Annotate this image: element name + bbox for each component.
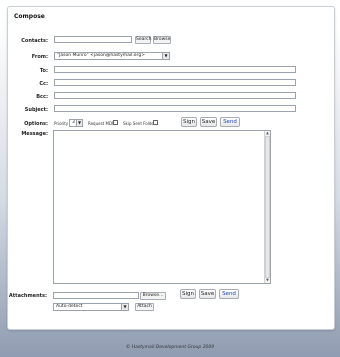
options-label: Options:: [24, 121, 48, 127]
priority-value: 3: [72, 120, 75, 125]
cc-label: Cc:: [39, 81, 48, 87]
cc-field[interactable]: [54, 79, 296, 86]
from-label: From:: [31, 54, 48, 60]
scroll-down-icon[interactable]: ▼: [265, 278, 270, 283]
bcc-label: Bcc:: [36, 94, 48, 100]
save-button-bottom[interactable]: Save: [199, 289, 216, 299]
attach-button[interactable]: Attach: [135, 303, 154, 311]
attachment-file-input[interactable]: [53, 292, 139, 299]
footer-copyright: © Hastymail Development Group 2009: [125, 345, 215, 350]
chevron-down-icon: ▼: [76, 120, 82, 126]
save-button[interactable]: Save: [200, 117, 217, 127]
attachments-label: Attachments:: [8, 293, 47, 299]
page-title: Compose: [14, 13, 45, 20]
from-select[interactable]: "Jason Munro" <jason@hastymail.org> ▼: [54, 52, 170, 60]
attachment-encoding-select[interactable]: Auto-detect ▼: [53, 303, 129, 311]
send-button[interactable]: Send: [220, 117, 240, 127]
request-mdn-checkbox[interactable]: [113, 120, 118, 125]
request-mdn-label: Request MDN: [88, 121, 116, 126]
priority-label: Priority: [54, 121, 69, 126]
contacts-browse-button[interactable]: Browse: [153, 36, 171, 44]
contacts-search-button[interactable]: Search: [135, 36, 151, 44]
skip-sent-label: Skip Sent Folder: [123, 121, 156, 126]
contacts-search-input[interactable]: [54, 36, 132, 43]
priority-select[interactable]: 3 ▼: [69, 119, 83, 127]
send-button-bottom[interactable]: Send: [219, 289, 239, 299]
subject-field[interactable]: [54, 105, 296, 112]
subject-label: Subject:: [24, 107, 48, 113]
message-scrollbar[interactable]: ▲ ▼: [264, 131, 270, 283]
contacts-label: Contacts:: [21, 38, 48, 44]
attachment-encoding-value: Auto-detect: [56, 304, 83, 309]
message-label: Message:: [21, 131, 48, 137]
to-label: To:: [39, 68, 48, 74]
bcc-field[interactable]: [54, 92, 296, 99]
from-selected-value: "Jason Munro" <jason@hastymail.org>: [57, 53, 145, 58]
sign-button-bottom[interactable]: Sign: [180, 289, 196, 299]
message-textarea[interactable]: ▲ ▼: [53, 130, 271, 284]
sign-button[interactable]: Sign: [181, 117, 197, 127]
attachment-browse-button[interactable]: Browse...: [140, 292, 166, 300]
skip-sent-checkbox[interactable]: [153, 120, 158, 125]
to-field[interactable]: [54, 66, 296, 73]
scroll-thumb[interactable]: [265, 136, 270, 278]
chevron-down-icon: ▼: [162, 53, 169, 59]
chevron-down-icon: ▼: [121, 304, 128, 310]
